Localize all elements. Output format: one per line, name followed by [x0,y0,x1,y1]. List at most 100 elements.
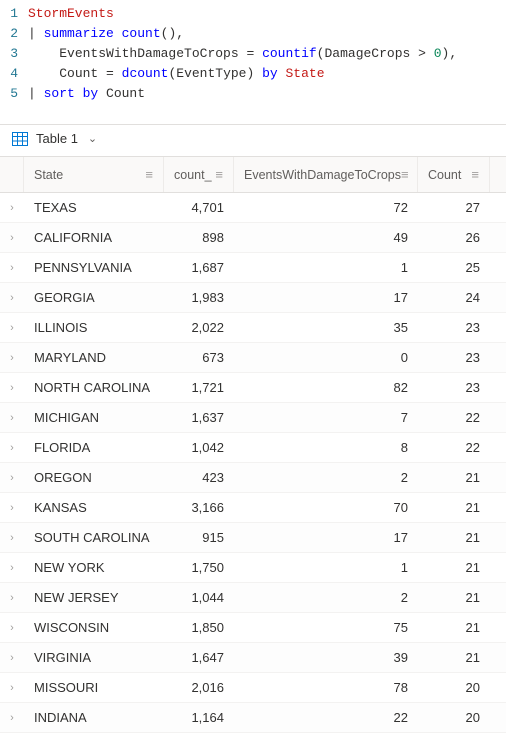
cell-state: INDIANA [24,710,164,725]
expand-row-icon[interactable]: › [0,412,24,424]
code-content[interactable]: | summarize count(), [28,24,184,44]
cell-count_: 1,850 [164,620,234,635]
expand-row-icon[interactable]: › [0,352,24,364]
cell-damage: 7 [234,410,418,425]
expand-row-icon[interactable]: › [0,652,24,664]
editor-line[interactable]: 3 EventsWithDamageToCrops = countif(Dama… [0,44,506,64]
menu-icon[interactable]: ≡ [401,167,409,182]
column-header-damage[interactable]: EventsWithDamageToCrops ≡ [234,157,418,192]
code-content[interactable]: EventsWithDamageToCrops = countif(Damage… [28,44,457,64]
cell-state: KANSAS [24,500,164,515]
table-row[interactable]: ›KANSAS3,1667021 [0,493,506,523]
cell-state: FLORIDA [24,440,164,455]
table-row[interactable]: ›FLORIDA1,042822 [0,433,506,463]
line-number: 1 [0,4,28,24]
table-row[interactable]: ›NORTH CAROLINA1,7218223 [0,373,506,403]
cell-damage: 17 [234,530,418,545]
table-row[interactable]: ›TEXAS4,7017227 [0,193,506,223]
column-header-expander [0,157,24,192]
cell-count: 25 [418,260,490,275]
cell-damage: 8 [234,440,418,455]
expand-row-icon[interactable]: › [0,442,24,454]
table-row[interactable]: ›NEW YORK1,750121 [0,553,506,583]
chevron-down-icon[interactable]: ⌄ [88,132,97,145]
cell-count: 21 [418,590,490,605]
cell-count: 24 [418,290,490,305]
table-row[interactable]: ›MARYLAND673023 [0,343,506,373]
cell-count: 26 [418,230,490,245]
cell-damage: 78 [234,680,418,695]
tab-table-1[interactable]: Table 1 [36,131,78,146]
cell-damage: 1 [234,260,418,275]
cell-state: OREGON [24,470,164,485]
table-row[interactable]: ›SOUTH CAROLINA9151721 [0,523,506,553]
table-row[interactable]: ›WISCONSIN1,8507521 [0,613,506,643]
results-tabbar: Table 1 ⌄ [0,124,506,156]
cell-count_: 1,750 [164,560,234,575]
column-header-count[interactable]: Count ≡ [418,157,490,192]
table-row[interactable]: ›ILLINOIS2,0223523 [0,313,506,343]
expand-row-icon[interactable]: › [0,502,24,514]
expand-row-icon[interactable]: › [0,292,24,304]
cell-damage: 0 [234,350,418,365]
cell-count_: 1,044 [164,590,234,605]
cell-state: TEXAS [24,200,164,215]
table-row[interactable]: ›NEW JERSEY1,044221 [0,583,506,613]
editor-line[interactable]: 2| summarize count(), [0,24,506,44]
cell-count_: 1,042 [164,440,234,455]
cell-count_: 898 [164,230,234,245]
table-row[interactable]: ›MICHIGAN1,637722 [0,403,506,433]
line-number: 5 [0,84,28,104]
expand-row-icon[interactable]: › [0,262,24,274]
expand-row-icon[interactable]: › [0,682,24,694]
cell-count: 21 [418,560,490,575]
table-row[interactable]: ›OREGON423221 [0,463,506,493]
cell-count_: 1,687 [164,260,234,275]
table-row[interactable]: ›MISSOURI2,0167820 [0,673,506,703]
cell-count: 27 [418,200,490,215]
editor-line[interactable]: 4 Count = dcount(EventType) by State [0,64,506,84]
cell-count_: 1,637 [164,410,234,425]
code-editor[interactable]: 1StormEvents2| summarize count(),3 Event… [0,0,506,124]
cell-state: ILLINOIS [24,320,164,335]
expand-row-icon[interactable]: › [0,562,24,574]
table-row[interactable]: ›CALIFORNIA8984926 [0,223,506,253]
cell-state: NEW YORK [24,560,164,575]
menu-icon[interactable]: ≡ [471,167,479,182]
expand-row-icon[interactable]: › [0,382,24,394]
cell-count_: 2,016 [164,680,234,695]
column-label: Count [428,168,461,182]
cell-damage: 2 [234,590,418,605]
cell-count: 20 [418,710,490,725]
column-label: count_ [174,168,212,182]
code-content[interactable]: StormEvents [28,4,114,24]
table-row[interactable]: ›GEORGIA1,9831724 [0,283,506,313]
menu-icon[interactable]: ≡ [145,167,153,182]
table-row[interactable]: ›PENNSYLVANIA1,687125 [0,253,506,283]
expand-row-icon[interactable]: › [0,592,24,604]
expand-row-icon[interactable]: › [0,622,24,634]
table-row[interactable]: ›INDIANA1,1642220 [0,703,506,733]
cell-state: WISCONSIN [24,620,164,635]
menu-icon[interactable]: ≡ [215,167,223,182]
expand-row-icon[interactable]: › [0,202,24,214]
column-header-count_[interactable]: count_ ≡ [164,157,234,192]
expand-row-icon[interactable]: › [0,712,24,724]
editor-line[interactable]: 5| sort by Count [0,84,506,104]
cell-state: MISSOURI [24,680,164,695]
column-header-state[interactable]: State ≡ [24,157,164,192]
cell-count: 21 [418,620,490,635]
table-row[interactable]: ›VIRGINIA1,6473921 [0,643,506,673]
cell-count_: 673 [164,350,234,365]
expand-row-icon[interactable]: › [0,232,24,244]
cell-damage: 35 [234,320,418,335]
expand-row-icon[interactable]: › [0,472,24,484]
expand-row-icon[interactable]: › [0,322,24,334]
cell-count: 22 [418,410,490,425]
cell-count_: 915 [164,530,234,545]
results-grid: State ≡ count_ ≡ EventsWithDamageToCrops… [0,156,506,733]
expand-row-icon[interactable]: › [0,532,24,544]
code-content[interactable]: | sort by Count [28,84,145,104]
code-content[interactable]: Count = dcount(EventType) by State [28,64,325,84]
editor-line[interactable]: 1StormEvents [0,4,506,24]
